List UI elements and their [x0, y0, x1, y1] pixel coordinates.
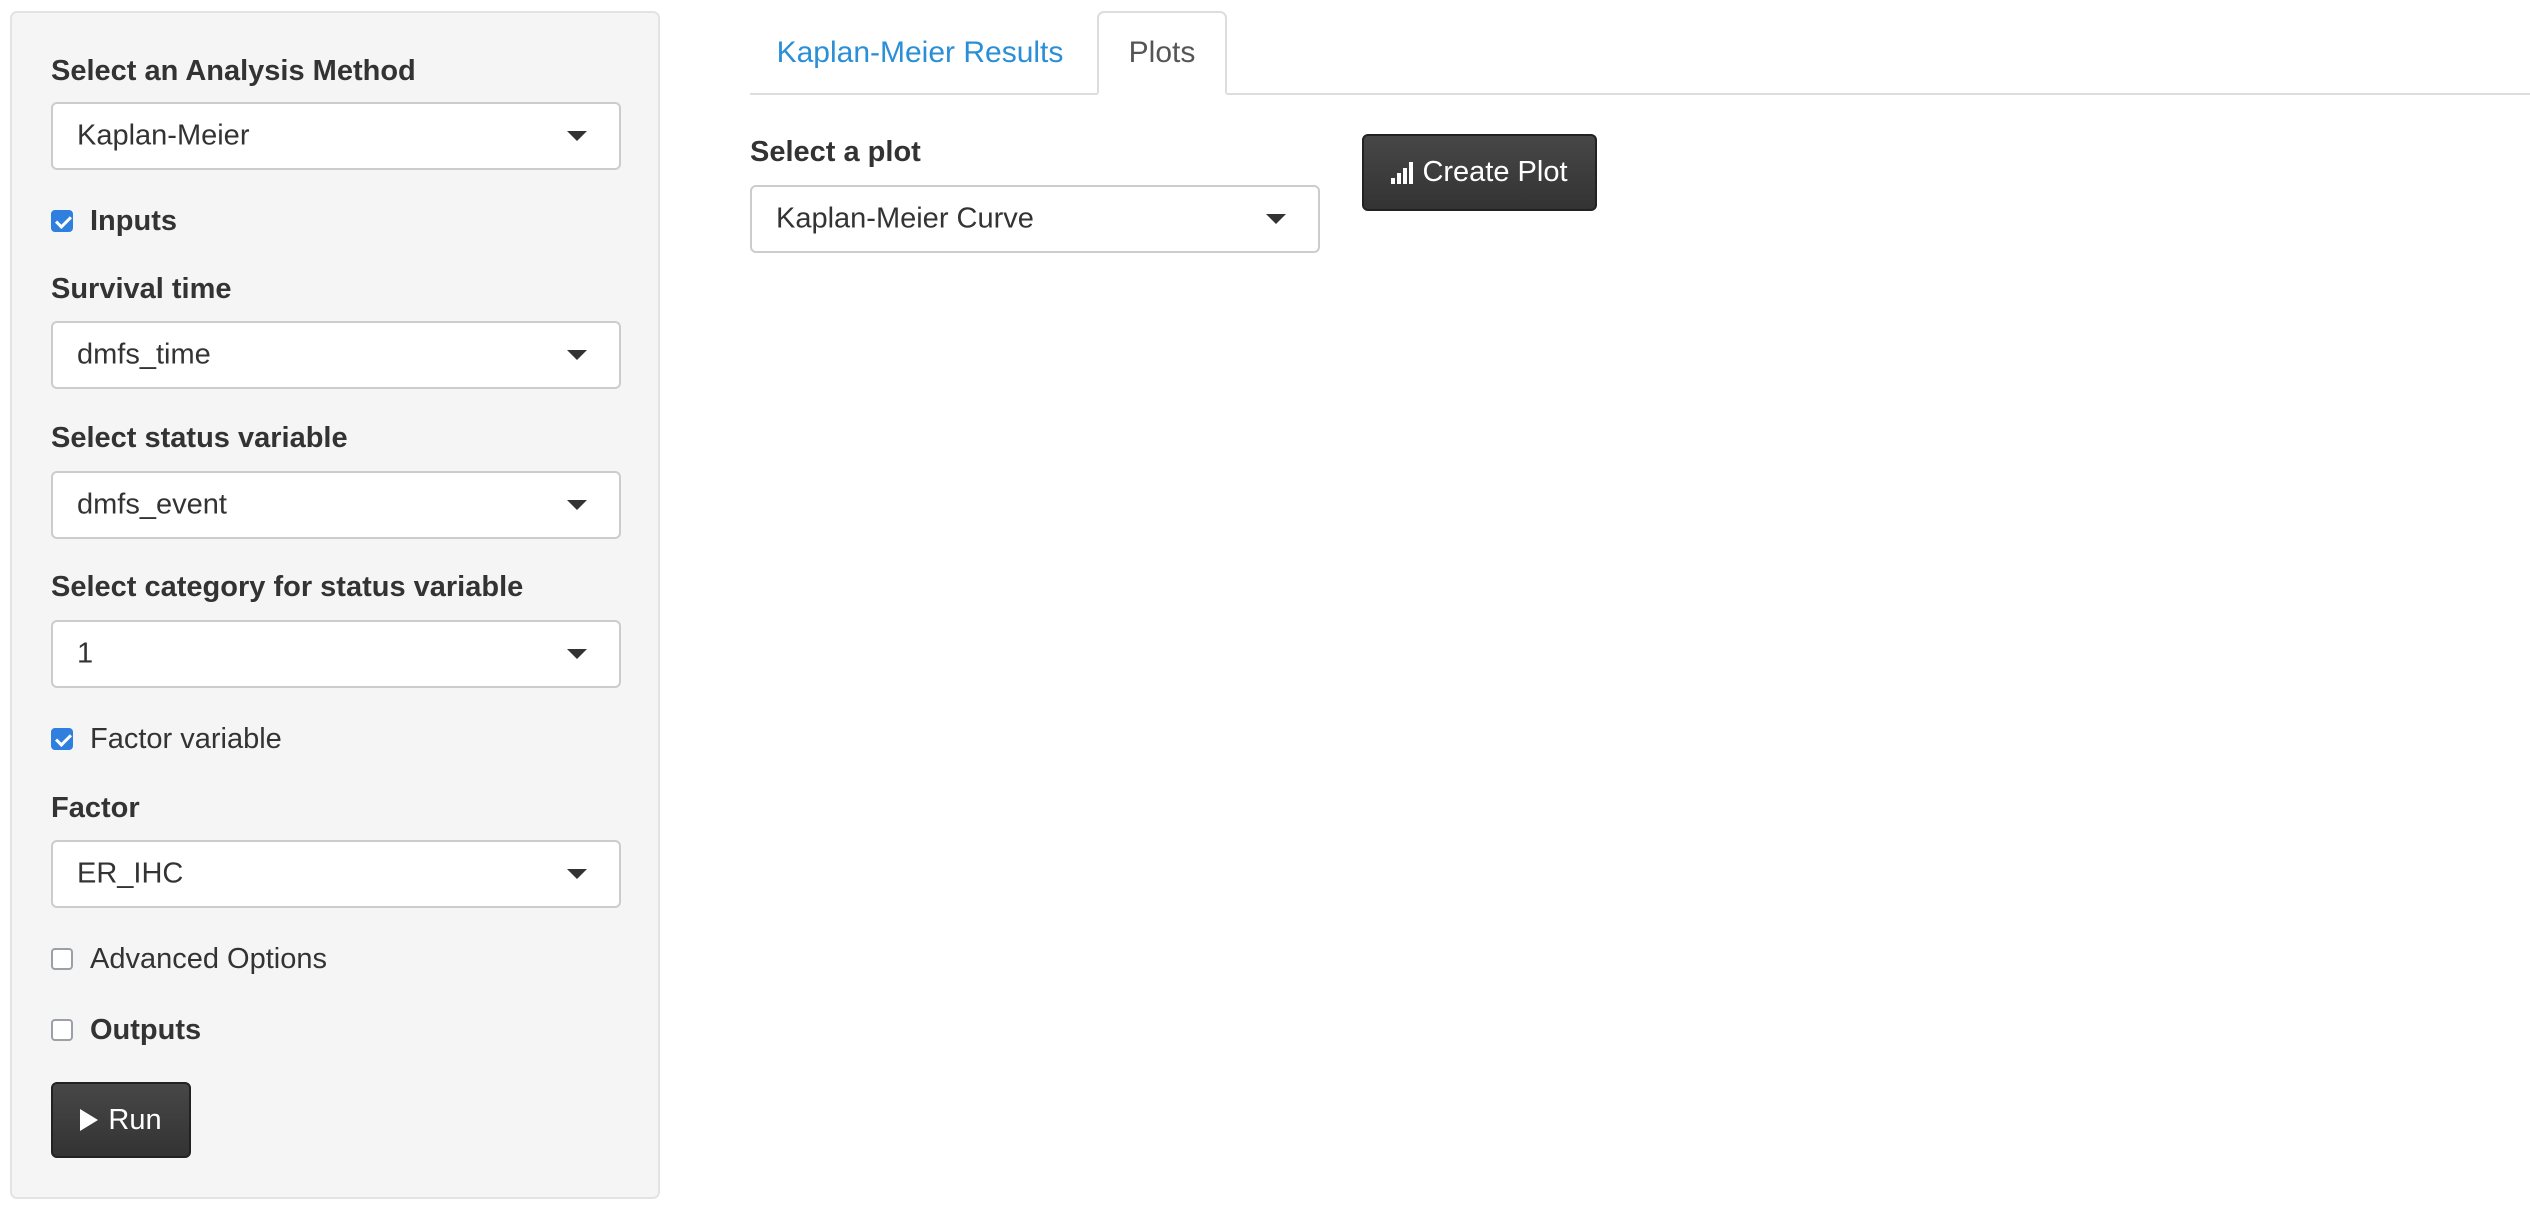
status-variable-value: dmfs_event [77, 488, 227, 521]
create-plot-button[interactable]: Create Plot [1362, 134, 1597, 211]
bar-chart-icon [1391, 161, 1415, 184]
status-variable-select[interactable]: dmfs_event [51, 471, 621, 539]
chevron-down-icon [567, 131, 587, 141]
play-icon [80, 1109, 99, 1131]
chevron-down-icon [567, 500, 587, 510]
tab-kaplan-meier-results[interactable]: Kaplan-Meier Results [750, 11, 1090, 95]
factor-variable-checkbox-label: Factor variable [90, 722, 282, 755]
survival-time-label: Survival time [51, 273, 232, 305]
tab-plots-label: Plots [1128, 36, 1196, 69]
run-button[interactable]: Run [51, 1082, 191, 1158]
outputs-checkbox[interactable] [51, 1019, 73, 1041]
advanced-options-checkbox[interactable] [51, 948, 73, 970]
select-plot-label: Select a plot [750, 136, 921, 168]
advanced-options-checkbox-label: Advanced Options [90, 942, 327, 975]
survival-time-select[interactable]: dmfs_time [51, 321, 621, 389]
factor-value: ER_IHC [77, 857, 184, 890]
status-category-select[interactable]: 1 [51, 620, 621, 688]
inputs-checkbox-label: Inputs [90, 204, 177, 237]
analysis-method-value: Kaplan-Meier [77, 119, 250, 152]
outputs-checkbox-row[interactable]: Outputs [51, 1012, 201, 1048]
sidebar-panel: Select an Analysis Method Kaplan-Meier I… [10, 11, 660, 1199]
outputs-checkbox-label: Outputs [90, 1013, 202, 1046]
factor-label: Factor [51, 792, 140, 824]
chevron-down-icon [567, 869, 587, 879]
factor-variable-checkbox[interactable] [51, 728, 73, 750]
survival-time-value: dmfs_time [77, 338, 211, 371]
select-plot-select[interactable]: Kaplan-Meier Curve [750, 185, 1320, 253]
tab-kaplan-meier-results-label: Kaplan-Meier Results [776, 36, 1064, 69]
tab-plots[interactable]: Plots [1097, 11, 1227, 95]
chevron-down-icon [567, 649, 587, 659]
create-plot-button-label: Create Plot [1422, 156, 1568, 188]
chevron-down-icon [1266, 214, 1286, 224]
chevron-down-icon [567, 350, 587, 360]
factor-variable-checkbox-row[interactable]: Factor variable [51, 721, 282, 757]
analysis-method-select[interactable]: Kaplan-Meier [51, 102, 621, 170]
status-category-label: Select category for status variable [51, 571, 524, 603]
analysis-method-label: Select an Analysis Method [51, 55, 416, 87]
inputs-checkbox[interactable] [51, 210, 73, 232]
inputs-checkbox-row[interactable]: Inputs [51, 203, 177, 239]
run-button-label: Run [108, 1103, 162, 1136]
factor-select[interactable]: ER_IHC [51, 840, 621, 908]
status-category-value: 1 [77, 637, 94, 670]
advanced-options-checkbox-row[interactable]: Advanced Options [51, 941, 327, 977]
select-plot-value: Kaplan-Meier Curve [776, 202, 1034, 235]
status-variable-label: Select status variable [51, 422, 348, 454]
